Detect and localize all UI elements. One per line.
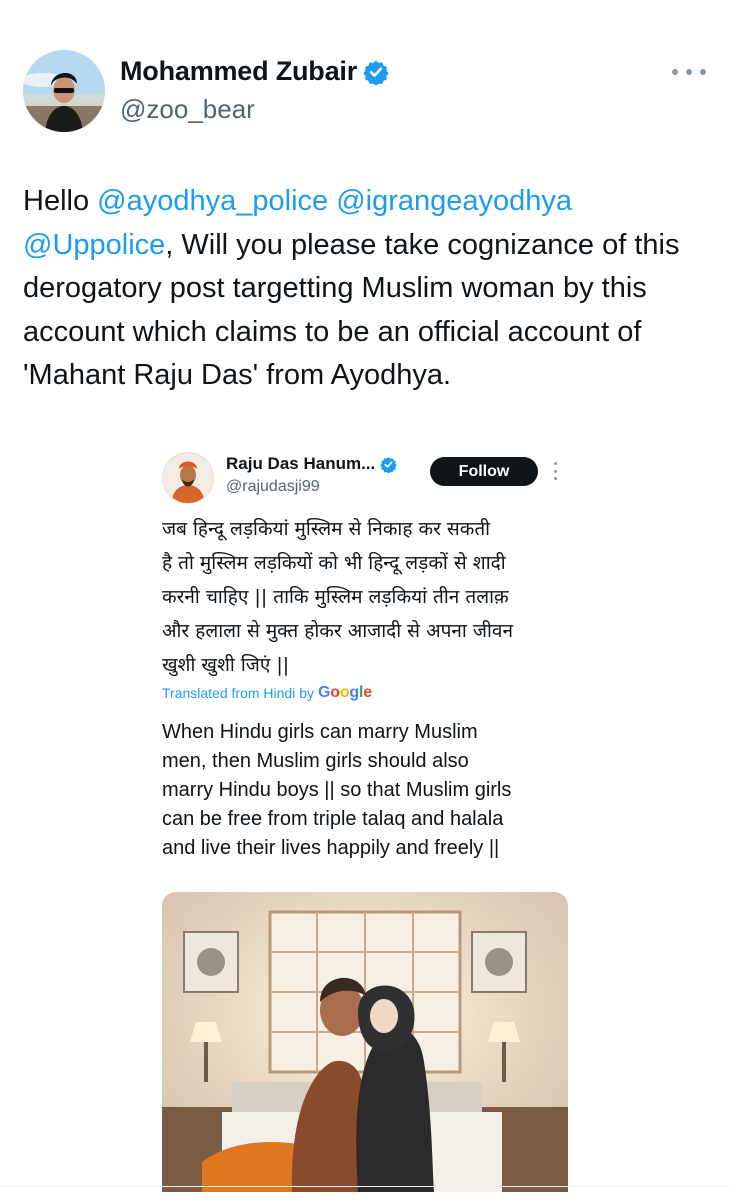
translated-from-text: Translated from Hindi by [162,685,314,701]
bedroom-illustration [162,892,568,1192]
translation-label: Translated from Hindi by Google [162,684,372,702]
google-logo: Google [317,684,372,701]
follow-button: Follow [430,457,538,486]
mention-link[interactable]: @igrangeayodhya [336,185,572,217]
embedded-author-avatar [162,452,214,504]
verified-badge-icon [363,60,389,85]
tweet-segment: Hello [23,185,98,217]
embedded-author-handle: @rajudasji99 [226,478,320,495]
embedded-english-translation: When Hindu girls can marry Muslim men, t… [162,721,512,859]
embedded-author-name: Raju Das Hanum... [226,454,397,474]
embedded-author-name-text: Raju Das Hanum... [226,454,376,473]
dot [554,462,557,465]
embedded-tweet-screenshot[interactable]: Raju Das Hanum... @rajudasji99 Follow जब… [162,448,568,1200]
author-handle[interactable]: @zoo_bear [120,94,255,125]
dot [554,477,557,480]
author-avatar[interactable] [23,50,105,132]
dot [700,69,706,75]
embedded-image [162,892,568,1192]
mention-link[interactable]: @ayodhya_police [97,185,328,217]
dot [686,69,692,75]
divider [0,1186,729,1187]
author-name[interactable]: Mohammed Zubair [120,56,389,87]
dot [554,469,557,473]
author-name-text[interactable]: Mohammed Zubair [120,56,357,87]
more-options-icon [554,462,558,480]
tweet-text: Hello @ayodhya_police @igrangeayodhya @U… [23,180,703,398]
dot [672,69,678,75]
tweet-segment [328,185,336,217]
verified-badge-icon [380,456,397,473]
embedded-hindi-text: जब हिन्दू लड़कियां मुस्लिम से निकाह कर स… [162,518,514,676]
more-options-icon[interactable] [672,62,706,82]
mention-link[interactable]: @Uppolice [23,229,165,261]
